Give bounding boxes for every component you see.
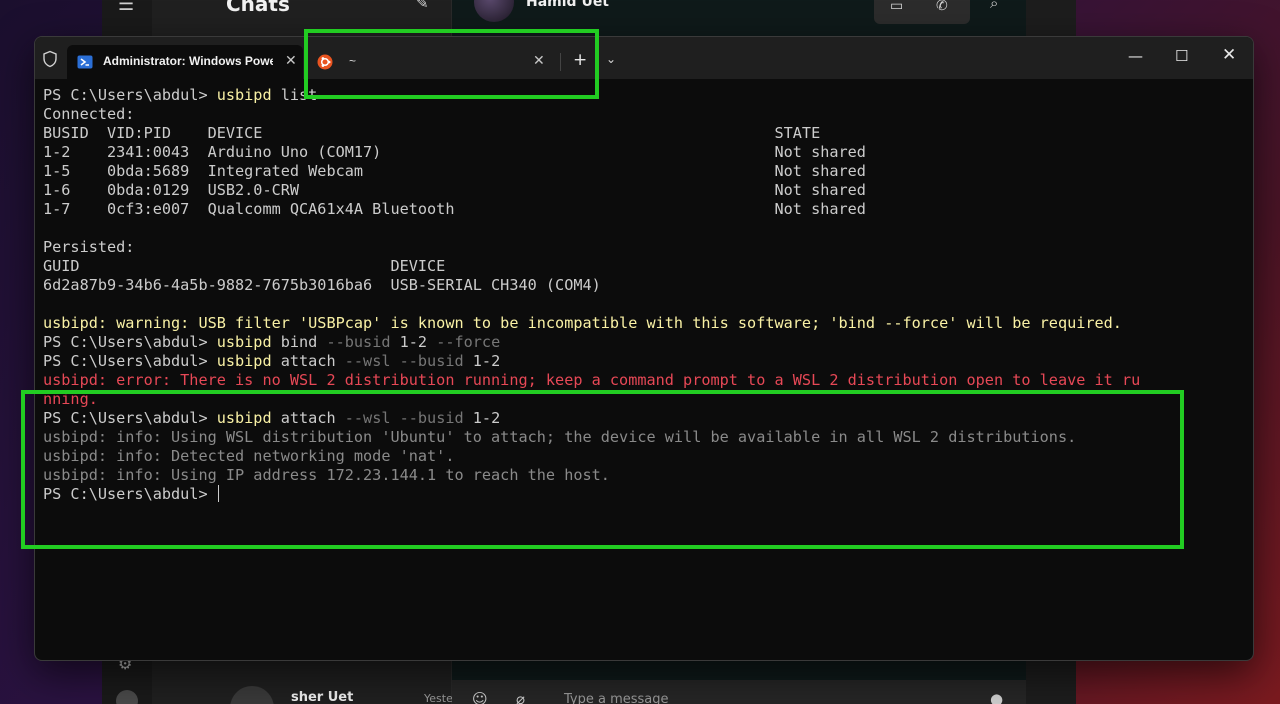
output-text: 1-7 0cf3:e007 Qualcomm QCA61x4A Bluetoot… — [43, 200, 866, 218]
mic-icon[interactable]: ● — [990, 690, 1003, 704]
command-param: --wsl --busid — [335, 352, 464, 370]
close-icon[interactable]: ✕ — [285, 53, 297, 69]
command-value: 1-2 — [390, 333, 428, 351]
command-text: usbipd — [216, 352, 272, 370]
voice-call-icon[interactable]: ✆ — [936, 0, 948, 14]
command-value: 1-2 — [463, 352, 501, 370]
chevron-down-icon[interactable]: ⌄ — [606, 52, 616, 66]
console-line: 1-6 0bda:0129 USB2.0-CRW Not shared — [43, 181, 1247, 200]
error-text: usbipd: error: There is no WSL 2 distrib… — [43, 371, 1141, 389]
search-icon[interactable]: ⌕ — [990, 0, 998, 12]
highlight-box — [304, 29, 599, 99]
output-text: Persisted: — [43, 238, 135, 256]
prompt-text: PS C:\Users\abdul> — [43, 333, 217, 351]
output-text: 1-2 2341:0043 Arduino Uno (COM17) Not sh… — [43, 143, 866, 161]
close-window-button[interactable]: ✕ — [1222, 45, 1236, 65]
powershell-icon — [77, 55, 93, 69]
console-line: 1-2 2341:0043 Arduino Uno (COM17) Not sh… — [43, 143, 1247, 162]
highlight-box — [21, 390, 1184, 549]
call-buttons: ▭ ✆ — [874, 0, 970, 24]
attach-icon[interactable]: ⌀ — [516, 690, 525, 704]
output-text: 6d2a87b9-34b6-4a5b-9882-7675b3016ba6 USB… — [43, 276, 601, 294]
console-line: 6d2a87b9-34b6-4a5b-9882-7675b3016ba6 USB… — [43, 276, 1247, 295]
terminal-output[interactable]: PS C:\Users\abdul> usbipd list Connected:… — [43, 86, 1247, 656]
console-line: 1-5 0bda:5689 Integrated Webcam Not shar… — [43, 162, 1247, 181]
terminal-window: Administrator: Windows PowerShell ✕ ~ ✕ … — [34, 36, 1254, 661]
console-line: Persisted: — [43, 238, 1247, 257]
console-line: Connected: — [43, 105, 1247, 124]
console-line: 1-7 0cf3:e007 Qualcomm QCA61x4A Bluetoot… — [43, 200, 1247, 219]
console-line: PS C:\Users\abdul> usbipd attach --wsl -… — [43, 352, 1247, 371]
chats-title: Chats — [226, 0, 290, 16]
prompt-text: PS C:\Users\abdul> — [43, 86, 217, 104]
warning-text: usbipd: warning: USB filter 'USBPcap' is… — [43, 314, 1122, 332]
emoji-icon[interactable]: ☺ — [472, 690, 488, 704]
console-line: usbipd: warning: USB filter 'USBPcap' is… — [43, 314, 1247, 333]
avatar[interactable] — [230, 686, 274, 704]
contact-name[interactable]: Hamid Uet — [526, 0, 609, 10]
shield-icon — [43, 50, 57, 68]
output-text: Connected: — [43, 105, 135, 123]
message-input[interactable]: Type a message — [564, 692, 669, 704]
command-args: bind — [271, 333, 318, 351]
console-line: PS C:\Users\abdul> usbipd bind --busid 1… — [43, 333, 1247, 352]
command-param: --force — [427, 333, 501, 351]
menu-icon[interactable]: ☰ — [118, 0, 134, 15]
prompt-text: PS C:\Users\abdul> — [43, 352, 217, 370]
message-bar: ☺ ⌀ Type a message ● — [452, 680, 1026, 704]
command-text: usbipd — [216, 86, 272, 104]
output-text: BUSID VID:PID DEVICE STATE — [43, 124, 821, 142]
profile-icon[interactable] — [116, 690, 138, 704]
command-text: usbipd — [216, 333, 272, 351]
output-text: GUID DEVICE — [43, 257, 446, 275]
console-line: GUID DEVICE — [43, 257, 1247, 276]
command-args: attach — [271, 352, 336, 370]
console-line: BUSID VID:PID DEVICE STATE — [43, 124, 1247, 143]
minimize-button[interactable]: — — [1128, 47, 1143, 65]
output-text: 1-6 0bda:0129 USB2.0-CRW Not shared — [43, 181, 866, 199]
maximize-button[interactable]: ☐ — [1175, 47, 1188, 65]
new-chat-icon[interactable]: ✎ — [416, 0, 429, 12]
tab-powershell[interactable]: Administrator: Windows PowerShell ✕ — [67, 45, 303, 79]
tab-title: Administrator: Windows PowerShell — [103, 54, 273, 68]
console-line: PS C:\Users\abdul> usbipd list — [43, 86, 1247, 105]
title-bar: Administrator: Windows PowerShell ✕ ~ ✕ … — [35, 37, 1253, 79]
console-line: usbipd: error: There is no WSL 2 distrib… — [43, 371, 1247, 390]
output-text: 1-5 0bda:5689 Integrated Webcam Not shar… — [43, 162, 866, 180]
chat-item-name[interactable]: sher Uet — [291, 690, 353, 704]
command-param: --busid — [317, 333, 391, 351]
video-call-icon[interactable]: ▭ — [890, 0, 903, 14]
